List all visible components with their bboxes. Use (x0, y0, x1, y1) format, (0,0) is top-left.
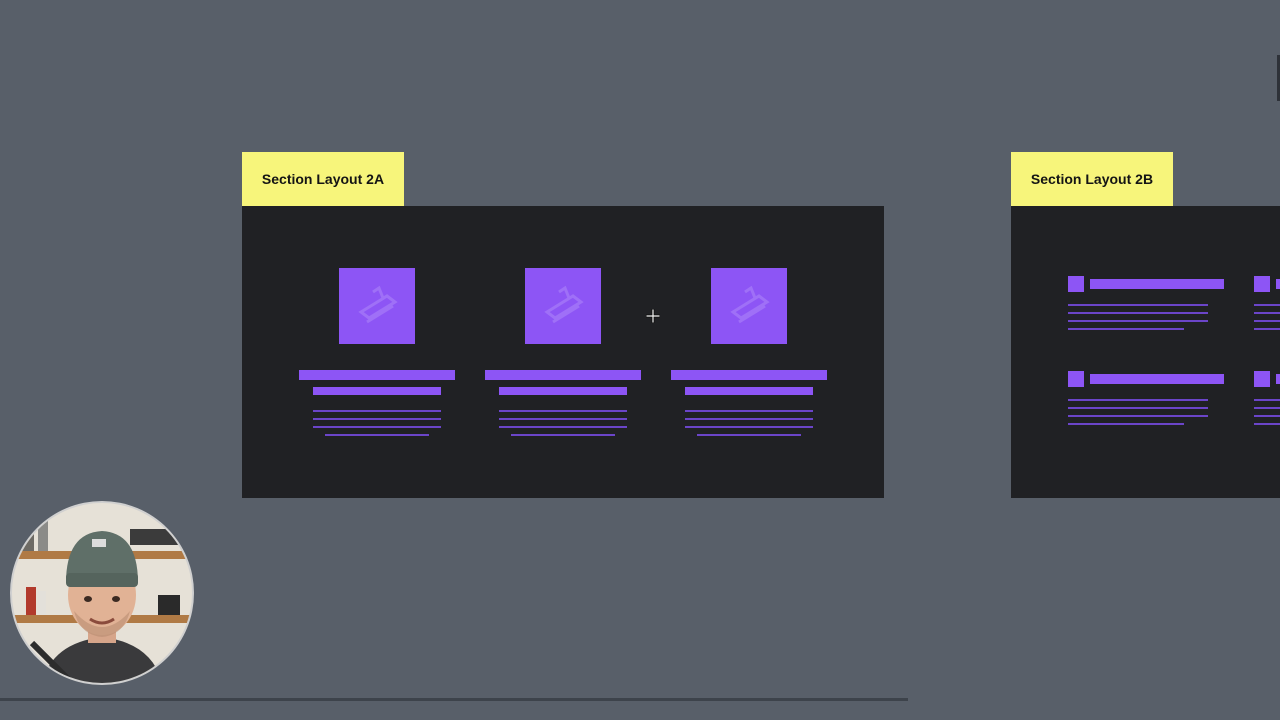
list-item-text-line (1254, 407, 1280, 409)
card-title-bar (485, 370, 641, 380)
list-item-text-line (1254, 328, 1280, 330)
list-item-title-bar (1090, 374, 1224, 384)
list-item-text-line (1254, 304, 1280, 306)
list-item-text-line (1068, 415, 1208, 417)
card-title-bar (671, 370, 827, 380)
card-text-line (313, 426, 441, 428)
crosshair-move-icon (646, 309, 660, 323)
list-item-text-line (1068, 407, 1208, 409)
list-item-icon (1068, 371, 1084, 387)
list-item-text-line (1068, 312, 1208, 314)
card-text-line (313, 418, 441, 420)
frame-section-layout-2a[interactable] (242, 206, 884, 498)
presenter-avatar (12, 503, 192, 683)
list-item-text-line (1068, 423, 1184, 425)
image-placeholder-icon[interactable] (711, 268, 787, 344)
list-item-text-line (1254, 423, 1280, 425)
list-item-text-line (1068, 328, 1184, 330)
design-canvas[interactable]: Section Layout 2A Section Layout 2B (0, 0, 1280, 720)
list-item-icon (1068, 276, 1084, 292)
card-subtitle-bar (685, 387, 813, 395)
card-text-line (325, 434, 429, 436)
list-item-icon (1254, 371, 1270, 387)
card-text-line (313, 410, 441, 412)
list-item-text-line (1068, 304, 1208, 306)
image-placeholder-icon[interactable] (525, 268, 601, 344)
list-item-icon (1254, 276, 1270, 292)
list-item-text-line (1254, 312, 1280, 314)
list-item-text-line (1068, 399, 1208, 401)
card-subtitle-bar (499, 387, 627, 395)
frame-section-layout-2b[interactable] (1011, 206, 1280, 498)
card-text-line (685, 418, 813, 420)
list-item-text-line (1068, 320, 1208, 322)
horizontal-scrollbar[interactable] (0, 698, 908, 701)
card-text-line (499, 410, 627, 412)
card-text-line (499, 418, 627, 420)
card-subtitle-bar (313, 387, 441, 395)
frame-label-2b[interactable]: Section Layout 2B (1011, 152, 1173, 206)
list-item-text-line (1254, 320, 1280, 322)
list-item-text-line (1254, 399, 1280, 401)
card-text-line (685, 426, 813, 428)
card-text-line (697, 434, 801, 436)
list-item-title-bar (1276, 374, 1280, 384)
card-text-line (511, 434, 615, 436)
frame-label-2a[interactable]: Section Layout 2A (242, 152, 404, 206)
card-text-line (685, 410, 813, 412)
image-placeholder-icon[interactable] (339, 268, 415, 344)
card-title-bar (299, 370, 455, 380)
list-item-title-bar (1090, 279, 1224, 289)
list-item-title-bar (1276, 279, 1280, 289)
list-item-text-line (1254, 415, 1280, 417)
card-text-line (499, 426, 627, 428)
